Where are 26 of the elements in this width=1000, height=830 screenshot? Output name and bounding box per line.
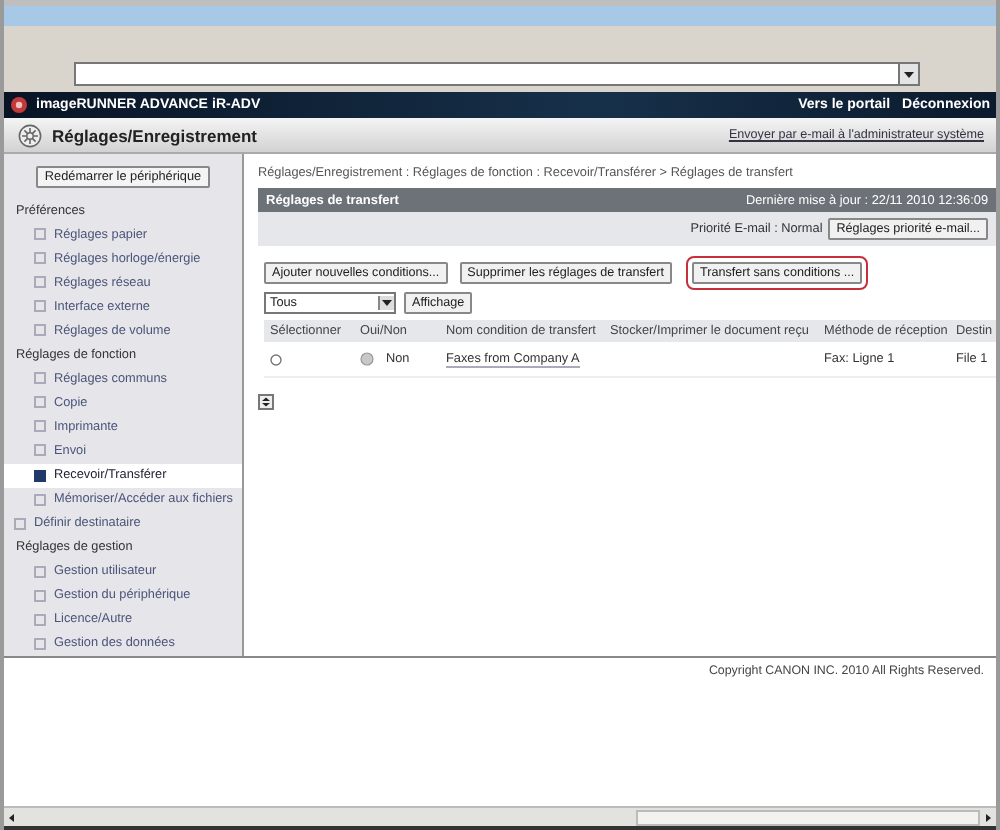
- caret-icon: [382, 300, 392, 306]
- bullet-icon: [14, 517, 26, 530]
- radio-button[interactable]: [270, 353, 282, 365]
- bullet-icon: [34, 565, 46, 578]
- bullet-icon: [34, 252, 46, 265]
- bullet-icon: [34, 613, 46, 626]
- caret-icon: [904, 71, 914, 77]
- bullet-icon: [34, 396, 46, 409]
- bullet-icon: [34, 300, 46, 313]
- collapse-icon[interactable]: [258, 394, 274, 410]
- bullet-icon: [34, 493, 46, 506]
- bullet-icon: [34, 228, 46, 241]
- horizontal-scrollbar[interactable]: [4, 806, 996, 826]
- logo-icon: [10, 96, 28, 114]
- bullet-icon: [34, 324, 46, 337]
- bullet-icon: [34, 372, 46, 385]
- bullet-icon: [34, 637, 46, 650]
- dropdown-button[interactable]: [898, 62, 920, 86]
- bullet-icon: [34, 444, 46, 457]
- bullet-icon: [34, 420, 46, 433]
- bullet-icon: [34, 276, 46, 289]
- page-title: Réglages/Enregistrement: [52, 125, 258, 145]
- bullet-icon: [34, 469, 46, 482]
- bullet-icon: [34, 589, 46, 602]
- address-field[interactable]: [74, 62, 898, 86]
- settings-icon: [18, 123, 42, 147]
